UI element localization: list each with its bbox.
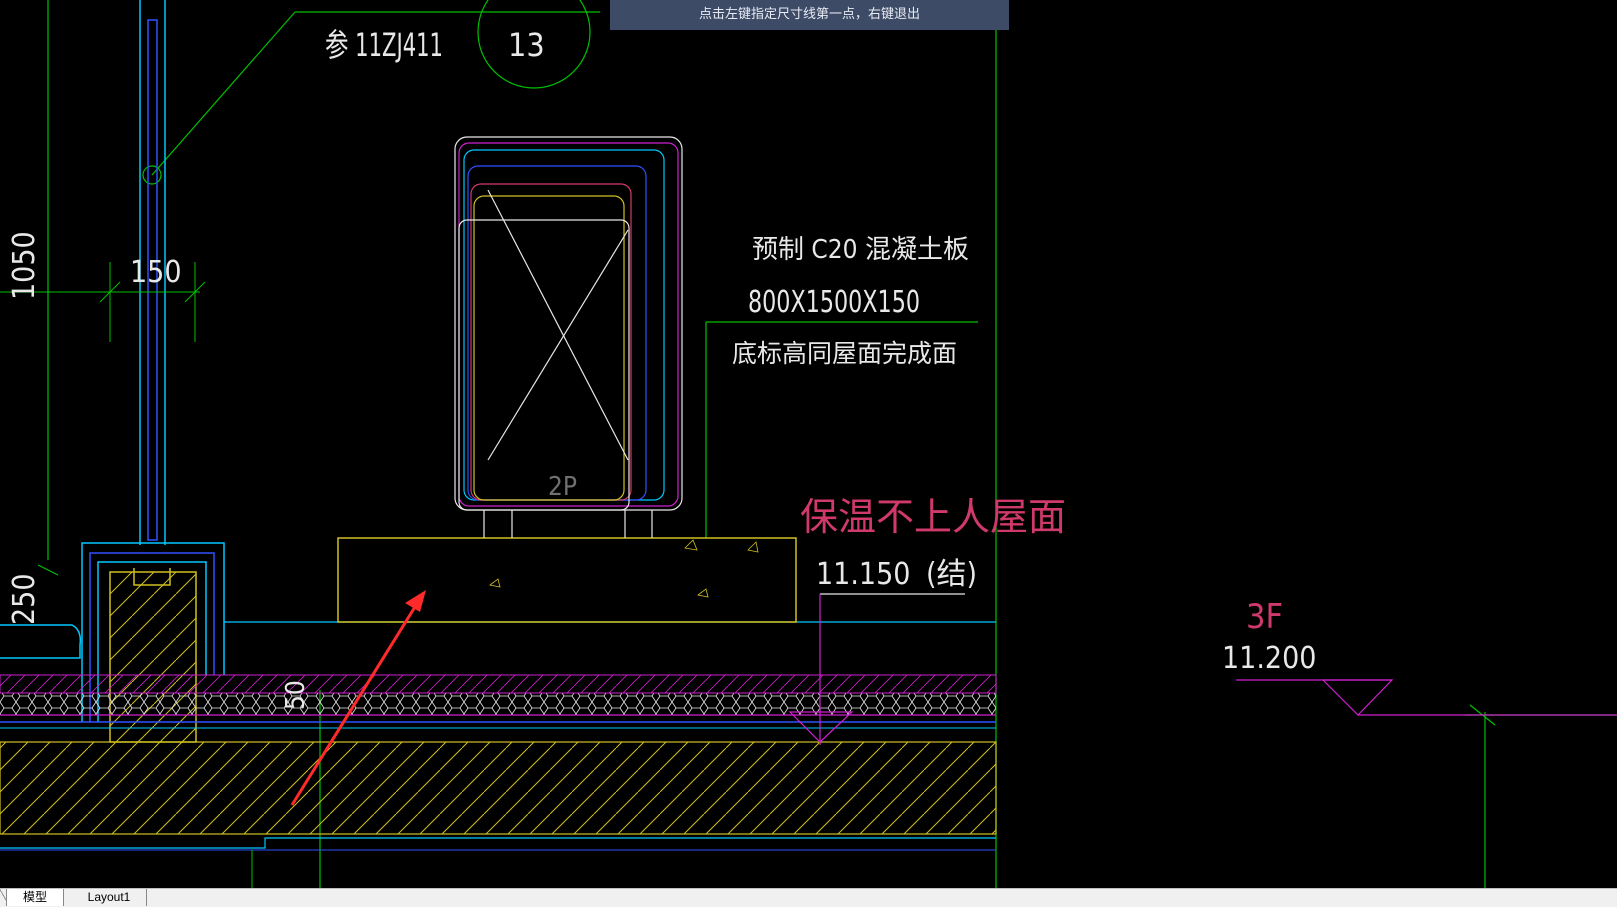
dim-250-text: 250 bbox=[7, 573, 42, 625]
command-prompt-banner: 点击左键指定尺寸线第一点，右键退出 bbox=[610, 0, 1009, 30]
dim-50-text: 50 bbox=[281, 680, 311, 710]
unit-label-text: 2P bbox=[548, 472, 577, 502]
roof-elevation-text: 11.150 bbox=[816, 557, 910, 592]
tab-model[interactable]: 模型 bbox=[6, 889, 64, 906]
dim-150-text: 150 bbox=[130, 255, 182, 290]
floor-label-text: 3F bbox=[1246, 597, 1283, 637]
detail-number-text: 13 bbox=[508, 26, 545, 64]
cad-drawing-canvas[interactable]: 参 11ZJ411 13 150 1050 250 50 预制 C20 混凝土板… bbox=[0, 0, 1617, 888]
floor-elevation-text: 11.200 bbox=[1222, 641, 1316, 676]
dim-1050-text: 1050 bbox=[7, 231, 42, 300]
slab-spec-line3: 底标高同屋面完成面 bbox=[732, 339, 957, 368]
roof-elevation-note: (结) bbox=[926, 557, 977, 592]
ref-code-text: 参 11ZJ411 bbox=[325, 26, 443, 64]
layout-tab-bar: 模型 Layout1 bbox=[0, 888, 1617, 907]
tab-layout1[interactable]: Layout1 bbox=[72, 889, 147, 906]
roof-type-text: 保温不上人屋面 bbox=[800, 495, 1066, 539]
slab-spec-line1: 预制 C20 混凝土板 bbox=[752, 235, 969, 265]
slab-spec-line2: 800X1500X150 bbox=[748, 285, 920, 320]
concrete-pad bbox=[337, 537, 797, 623]
